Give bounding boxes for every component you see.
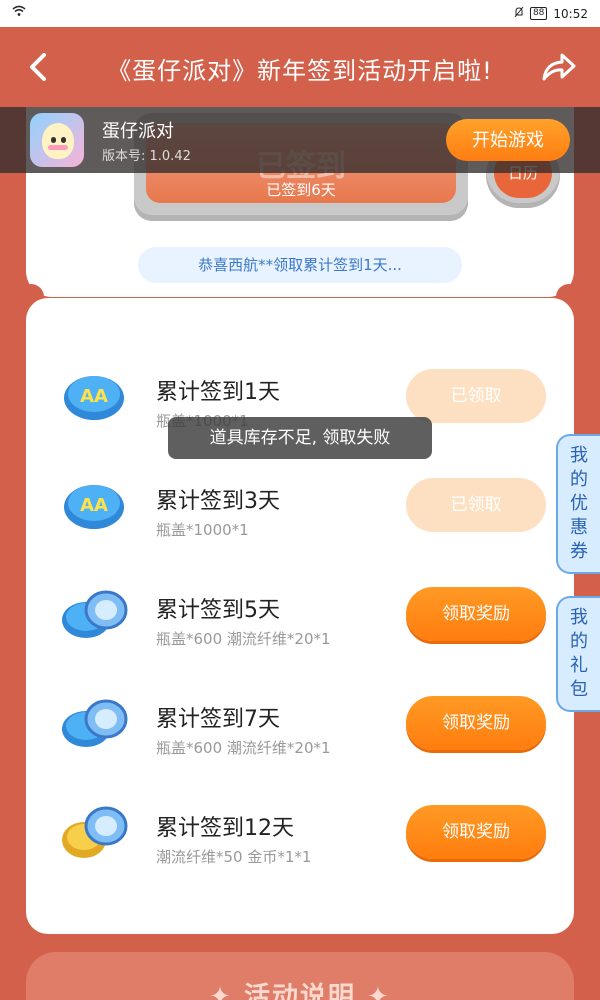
claimed-button[interactable]: 已领取	[406, 478, 546, 532]
my-gifts-tab[interactable]: 我的礼包	[556, 596, 600, 712]
mute-icon	[514, 6, 524, 21]
egg-character-icon	[42, 123, 74, 159]
app-name: 蛋仔派对	[102, 121, 174, 142]
error-toast: 道具库存不足, 领取失败	[168, 417, 432, 459]
reward-row: AA 累计签到3天 瓶盖*1000*1 已领取	[26, 455, 574, 555]
activity-rules-label: ✦ 活动说明 ✦	[209, 982, 391, 1000]
page-header: 《蛋仔派对》新年签到活动开启啦!	[0, 27, 600, 107]
wifi-icon	[12, 5, 26, 21]
share-icon	[542, 53, 576, 81]
share-button[interactable]	[540, 47, 578, 85]
reward-items: 瓶盖*600 潮流纤维*20*1	[156, 630, 331, 648]
my-coupons-tab[interactable]: 我的优惠券	[556, 434, 600, 574]
claimed-button[interactable]: 已领取	[406, 369, 546, 423]
page-title: 《蛋仔派对》新年签到活动开启啦!	[107, 57, 493, 85]
claim-reward-button[interactable]: 领取奖励	[406, 696, 546, 750]
cap-and-fiber-icon	[62, 699, 128, 747]
cap-and-fiber-icon	[62, 590, 128, 638]
app-info-bar: 蛋仔派对 版本号: 1.0.42 开始游戏	[0, 107, 600, 173]
reward-items: 瓶盖*600 潮流纤维*20*1	[156, 739, 331, 757]
reward-row: 累计签到5天 瓶盖*600 潮流纤维*20*1 领取奖励	[26, 564, 574, 664]
my-coupons-label: 我的优惠券	[570, 445, 588, 562]
reward-title: 累计签到7天	[156, 707, 280, 732]
clock: 10:52	[553, 6, 588, 21]
reward-row: 累计签到12天 潮流纤维*50 金币*1*1 领取奖励	[26, 782, 574, 882]
reward-title: 累计签到12天	[156, 816, 294, 841]
reward-items: 潮流纤维*50 金币*1*1	[156, 848, 312, 866]
bottle-cap-icon: AA	[64, 376, 124, 420]
bottle-cap-icon: AA	[64, 485, 124, 529]
claim-reward-button[interactable]: 领取奖励	[406, 587, 546, 641]
claim-notice: 恭喜西航**领取累计签到1天...	[138, 247, 462, 283]
reward-title: 累计签到5天	[156, 598, 280, 623]
signin-days: 已签到6天	[266, 181, 336, 199]
my-gifts-label: 我的礼包	[570, 607, 588, 700]
reward-row: 累计签到7天 瓶盖*600 潮流纤维*20*1 领取奖励	[26, 673, 574, 773]
reward-title: 累计签到3天	[156, 489, 280, 514]
activity-rules-button[interactable]: ✦ 活动说明 ✦	[26, 952, 574, 1000]
svg-text:AA: AA	[80, 386, 108, 407]
claim-reward-button[interactable]: 领取奖励	[406, 805, 546, 859]
reward-items: 瓶盖*1000*1	[156, 521, 249, 539]
start-game-button[interactable]: 开始游戏	[446, 119, 570, 161]
app-version: 版本号: 1.0.42	[102, 149, 191, 164]
status-bar: 88 10:52	[0, 0, 600, 27]
reward-title: 累计签到1天	[156, 380, 280, 405]
coin-and-fiber-icon	[62, 806, 128, 858]
svg-text:AA: AA	[80, 495, 108, 516]
battery-indicator: 88	[529, 7, 548, 20]
app-icon	[30, 113, 84, 167]
